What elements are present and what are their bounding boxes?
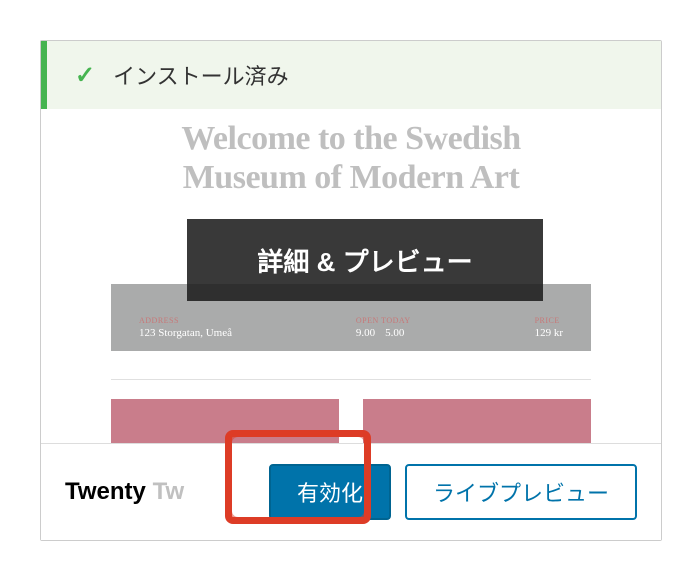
hero-title: Welcome to the Swedish Museum of Modern … [69, 119, 633, 197]
preview-thumb [363, 399, 591, 443]
preview-thumb [111, 399, 339, 443]
install-status-banner: ✓ インストール済み [41, 41, 661, 109]
preview-thumbnails [111, 399, 591, 443]
divider [111, 379, 591, 380]
details-preview-button[interactable]: 詳細 & プレビュー [187, 219, 543, 301]
info-hours: OPEN TODAY 9.00 5.00 [356, 316, 411, 339]
live-preview-button[interactable]: ライブプレビュー [405, 464, 637, 520]
activate-button[interactable]: 有効化 [269, 464, 391, 520]
status-text: インストール済み [113, 59, 289, 91]
theme-actions: Twenty Tw 有効化 ライブプレビュー [41, 443, 661, 540]
theme-card: ✓ インストール済み Welcome to the Swedish Museum… [40, 40, 662, 541]
theme-title: Twenty Tw [65, 478, 255, 506]
info-address: ADDRESS 123 Storgatan, Umeå [139, 316, 232, 339]
info-price: PRICE 129 kr [535, 316, 563, 339]
checkmark-icon: ✓ [75, 61, 95, 90]
theme-preview: Welcome to the Swedish Museum of Modern … [41, 109, 661, 443]
